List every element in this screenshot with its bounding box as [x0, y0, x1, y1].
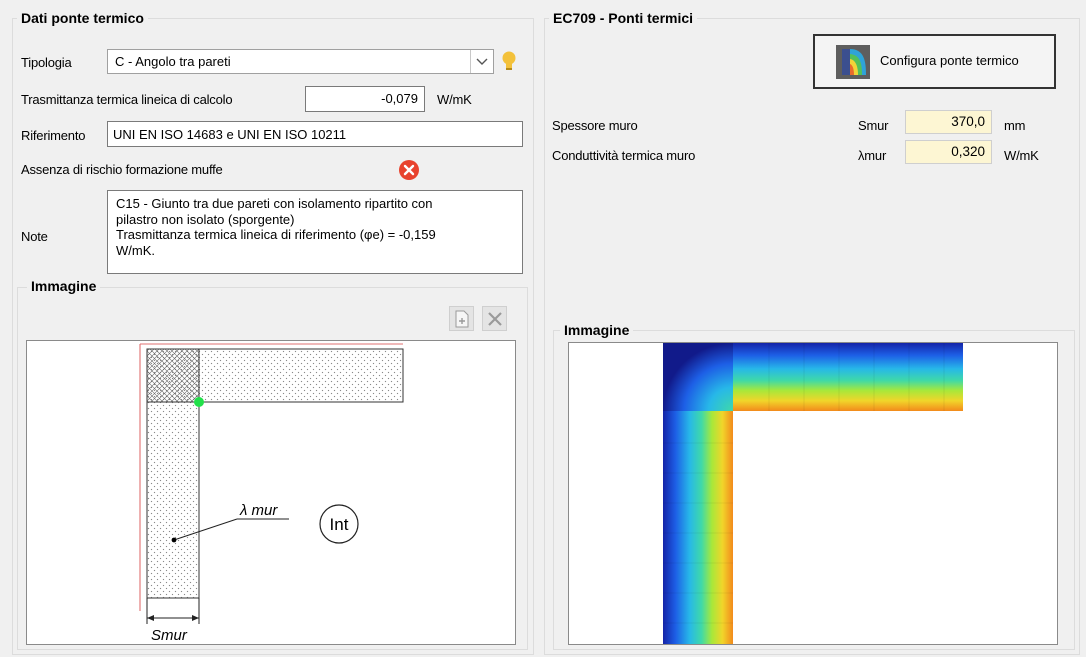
- dati-ponte-termico-title: Dati ponte termico: [17, 10, 148, 26]
- int-label: Int: [330, 515, 349, 534]
- note-line-1: C15 - Giunto tra due pareti con isolamen…: [116, 196, 433, 211]
- error-x-icon: [398, 159, 420, 184]
- riferimento-value: UNI EN ISO 14683 e UNI EN ISO 10211: [113, 127, 347, 142]
- delete-x-icon: [487, 311, 503, 330]
- note-label: Note: [21, 229, 48, 244]
- muffe-label: Assenza di rischio formazione muffe: [21, 162, 223, 177]
- tipologia-label: Tipologia: [21, 55, 72, 70]
- spessore-muro-label: Spessore muro: [552, 118, 638, 133]
- conduttivita-muro-symbol: λmur: [858, 148, 887, 163]
- add-image-icon: [454, 310, 470, 331]
- note-textarea[interactable]: C15 - Giunto tra due pareti con isolamen…: [107, 190, 523, 274]
- thermal-bridge-icon: [836, 45, 870, 82]
- conduttivita-muro-unit: W/mK: [1004, 148, 1039, 163]
- configura-ponte-termico-label: Configura ponte termico: [880, 53, 1019, 68]
- delete-image-button[interactable]: [482, 306, 507, 331]
- note-line-2: pilastro non isolato (sporgente): [116, 211, 295, 227]
- lambda-mur-label: λ mur: [239, 502, 278, 519]
- trasmittanza-value: -0,079: [381, 91, 418, 106]
- note-line-3: Trasmittanza termica lineica di riferime…: [116, 227, 436, 242]
- spessore-muro-field[interactable]: 370,0: [905, 110, 992, 134]
- chevron-down-icon[interactable]: [470, 50, 493, 73]
- spessore-muro-symbol: Smur: [858, 118, 889, 133]
- conduttivita-muro-field[interactable]: 0,320: [905, 140, 992, 164]
- spessore-muro-unit: mm: [1004, 118, 1026, 133]
- tipologia-select[interactable]: C - Angolo tra pareti: [107, 49, 494, 74]
- ec709-title: EC709 - Ponti termici: [549, 10, 698, 26]
- tipologia-value: C - Angolo tra pareti: [115, 54, 231, 69]
- configura-ponte-termico-button[interactable]: Configura ponte termico: [813, 34, 1056, 89]
- trasmittanza-label: Trasmittanza termica lineica di calcolo: [21, 92, 233, 107]
- conduttivita-muro-label: Conduttività termica muro: [552, 148, 696, 163]
- s-mur-label: Smur: [151, 627, 188, 644]
- lightbulb-icon[interactable]: [500, 50, 518, 77]
- thermal-simulation-image: [568, 342, 1058, 645]
- immagine-right-title: Immagine: [560, 322, 634, 338]
- immagine-left-title: Immagine: [27, 278, 101, 294]
- riferimento-label: Riferimento: [21, 128, 86, 143]
- wall-corner-diagram: λ mur Int Smur: [26, 340, 516, 645]
- note-line-4: W/mK.: [116, 242, 155, 258]
- trasmittanza-input[interactable]: -0,079: [305, 86, 425, 112]
- add-image-button[interactable]: [449, 306, 474, 331]
- trasmittanza-unit: W/mK: [437, 92, 472, 107]
- riferimento-input[interactable]: UNI EN ISO 14683 e UNI EN ISO 10211: [107, 121, 523, 147]
